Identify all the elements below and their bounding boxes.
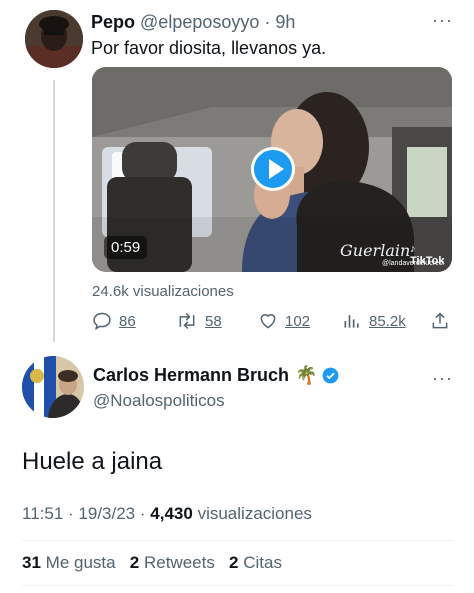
quotes-label: Citas: [243, 553, 282, 572]
video-player[interactable]: 0:59 Guerlain ♪ TikTok @landaverdelucrec…: [92, 67, 452, 272]
likes-label: Me gusta: [45, 553, 116, 572]
retweets-count: 2: [129, 553, 140, 572]
retweet-button[interactable]: 58: [176, 308, 222, 334]
tweet-date[interactable]: 19/3/23: [78, 504, 135, 523]
display-name[interactable]: Pepo: [91, 12, 135, 32]
more-options-icon[interactable]: ···: [432, 368, 453, 389]
reply-count: 86: [119, 312, 136, 330]
reply-button[interactable]: 86: [92, 308, 136, 334]
tweet-meta: 11:51 · 19/3/23 · 4,430 visualizaciones: [22, 504, 312, 524]
user-handle[interactable]: @elpeposoyyo: [140, 12, 259, 32]
like-button[interactable]: 102: [258, 308, 310, 334]
watermark-brand: Guerlain: [340, 241, 411, 260]
separator: ·: [139, 504, 146, 523]
tweet-stats: 31 Me gusta 2 Retweets 2 Citas: [22, 553, 282, 573]
avatar[interactable]: [22, 356, 84, 418]
user-handle[interactable]: @Noalospoliticos: [93, 391, 225, 411]
timestamp[interactable]: 9h: [275, 12, 295, 32]
watermark-user: @landaverdelucreci: [382, 260, 444, 267]
views-count: 4,430: [150, 504, 193, 523]
like-count: 102: [285, 312, 311, 330]
reply-header: Pepo @elpeposoyyo · 9h: [91, 12, 295, 32]
palm-tree-emoji: 🌴: [295, 365, 318, 385]
analytics-icon: [344, 315, 359, 328]
quotes-stat[interactable]: 2 Citas: [229, 553, 282, 572]
divider: [22, 585, 454, 586]
reply-icon: [93, 312, 111, 330]
more-options-icon[interactable]: ···: [432, 10, 453, 31]
verified-badge-icon: [323, 367, 339, 384]
separator: ·: [68, 504, 74, 523]
retweets-stat[interactable]: 2 Retweets: [130, 553, 215, 572]
retweet-count: 58: [205, 312, 222, 330]
display-name-text: Carlos Hermann Bruch: [93, 365, 290, 385]
likes-stat[interactable]: 31 Me gusta: [22, 553, 116, 572]
analytics-button[interactable]: 85.2k: [342, 308, 406, 334]
tweet-time[interactable]: 11:51: [22, 504, 63, 523]
retweet-icon: [179, 312, 195, 330]
share-button[interactable]: [430, 308, 450, 334]
share-icon: [432, 312, 448, 329]
quotes-count: 2: [229, 553, 239, 572]
view-count: 24.6k visualizaciones: [92, 283, 234, 300]
retweets-label: Retweets: [143, 553, 215, 572]
tweet-text: Por favor diosita, llevanos ya.: [91, 38, 327, 58]
thread-line: [53, 80, 55, 342]
tweet-actions: 86 58 102 85.2k: [92, 308, 452, 334]
analytics-count: 85.2k: [369, 312, 406, 330]
like-icon: [260, 314, 276, 329]
display-name[interactable]: Carlos Hermann Bruch 🌴: [93, 365, 340, 386]
separator: ·: [264, 12, 271, 32]
divider: [22, 540, 454, 541]
views-label: visualizaciones: [197, 504, 312, 523]
tweet-text: Huele a jaina: [22, 448, 163, 475]
likes-count: 31: [22, 553, 41, 572]
video-duration: 0:59: [104, 236, 148, 259]
avatar[interactable]: [25, 10, 83, 68]
play-icon[interactable]: [251, 147, 295, 191]
reply-tweet[interactable]: Pepo @elpeposoyyo · 9h ··· Por favor dio…: [0, 0, 474, 350]
